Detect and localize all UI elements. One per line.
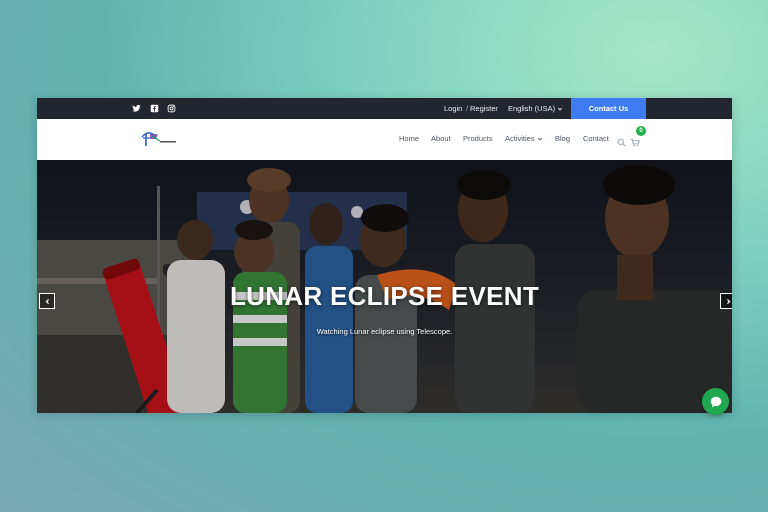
main-navbar: Home About Products Activities Blog Cont… [37, 119, 732, 160]
slider-next-button[interactable] [720, 293, 732, 309]
chat-widget-button[interactable] [702, 388, 729, 415]
chat-bubble-icon [710, 396, 721, 407]
contact-us-button[interactable]: Contact Us [571, 98, 646, 119]
site-logo[interactable] [140, 129, 180, 149]
chevron-down-icon [557, 107, 563, 111]
hero-title: LUNAR ECLIPSE EVENT [229, 281, 540, 311]
nav-home[interactable]: Home [399, 134, 419, 144]
nav-about[interactable]: About [431, 134, 451, 144]
nav-contact[interactable]: Contact [583, 134, 609, 144]
nav-activities[interactable]: Activities [505, 134, 543, 144]
browser-page: Login / Register English (USA) Contact U… [37, 98, 732, 413]
top-bar: Login / Register English (USA) Contact U… [37, 98, 732, 119]
hero-subtitle: Watching Lunar eclipse using Telescope. [316, 327, 453, 336]
language-selector[interactable]: English (USA) [508, 103, 563, 114]
nav-products[interactable]: Products [463, 134, 493, 144]
language-label: English (USA) [508, 104, 556, 113]
facebook-icon[interactable] [149, 103, 159, 113]
login-link[interactable]: Login [444, 103, 462, 114]
hero-slider: LUNAR ECLIPSE EVENT Watching Lunar eclip… [37, 160, 732, 413]
slider-prev-button[interactable] [39, 293, 55, 309]
nav-activities-label: Activities [505, 134, 535, 143]
register-link[interactable]: Register [470, 103, 498, 114]
chevron-right-icon [726, 298, 730, 304]
chevron-left-icon [45, 298, 49, 304]
nav-blog[interactable]: Blog [555, 134, 570, 144]
cart-icon[interactable] [630, 134, 640, 152]
chevron-down-icon [537, 137, 542, 141]
cart-count-badge: 0 [636, 126, 646, 136]
twitter-icon[interactable] [131, 103, 141, 113]
login-separator: / [466, 104, 469, 113]
search-icon[interactable] [617, 134, 626, 152]
instagram-icon[interactable] [166, 103, 176, 113]
